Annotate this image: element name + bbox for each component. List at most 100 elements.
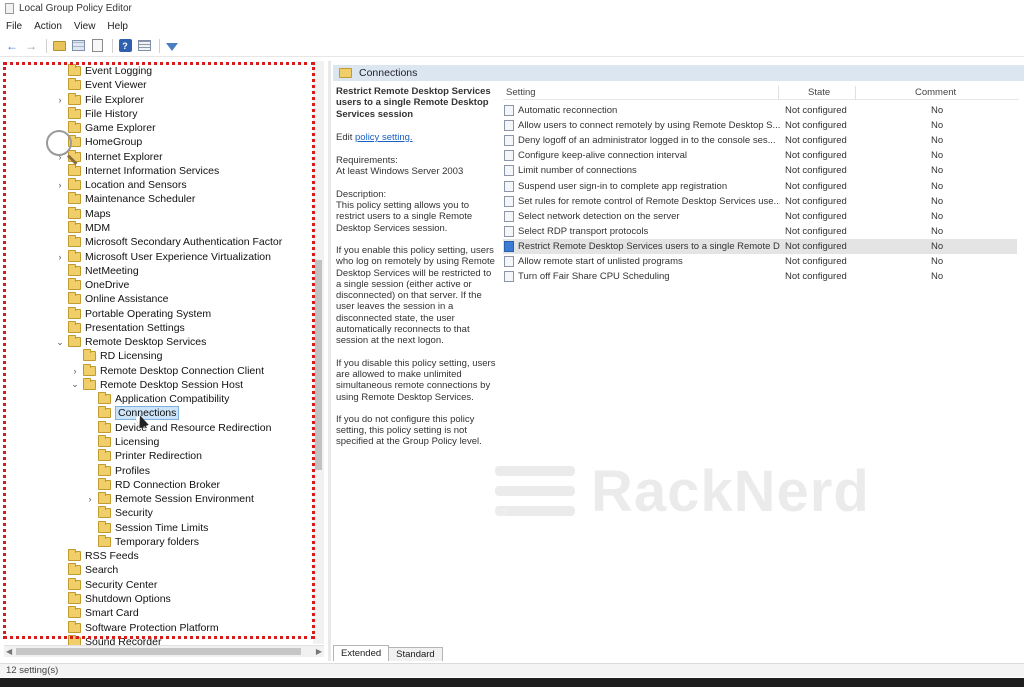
scrollbar-thumb[interactable] — [315, 260, 322, 470]
tree-item[interactable]: Software Protection Platform — [55, 620, 219, 635]
tree-item[interactable]: Internet Information Services — [55, 163, 219, 178]
tree-item[interactable]: Licensing — [85, 435, 159, 449]
setting-row[interactable]: Configure keep-alive connection interval… — [503, 148, 1017, 163]
tree-item-label: Session Time Limits — [115, 521, 209, 534]
right-pane-header: Connections — [333, 65, 1024, 81]
setting-row[interactable]: Restrict Remote Desktop Services users t… — [503, 238, 1017, 254]
tree-item[interactable]: › Remote Desktop Connection Client — [70, 363, 264, 378]
expand-arrow-icon[interactable]: › — [85, 494, 95, 504]
setting-row[interactable]: Set rules for remote control of Remote D… — [503, 194, 1017, 209]
setting-row[interactable]: Suspend user sign-in to complete app reg… — [503, 179, 1017, 194]
tree-item[interactable]: Game Explorer — [55, 121, 156, 135]
folder-icon — [98, 492, 111, 505]
setting-row[interactable]: Allow users to connect remotely by using… — [503, 118, 1017, 133]
tree-item[interactable]: › Remote Session Environment — [85, 492, 254, 506]
setting-row[interactable]: Allow remote start of unlisted programs N… — [503, 254, 1017, 269]
collapse-arrow-icon[interactable]: ⌄ — [55, 337, 65, 348]
tree-item[interactable]: Microsoft Secondary Authentication Facto… — [55, 235, 282, 249]
show-hide-tree-icon[interactable] — [70, 38, 86, 54]
tree-item[interactable]: Presentation Settings — [55, 320, 185, 335]
column-header-setting[interactable]: Setting — [506, 87, 536, 98]
menu-view[interactable]: View — [74, 21, 96, 32]
tree-item[interactable]: Event Logging — [55, 64, 152, 78]
pane-divider[interactable] — [328, 61, 331, 661]
tree-horizontal-scrollbar[interactable]: ◀ ▶ — [4, 645, 324, 657]
setting-state: Not configured — [785, 271, 847, 283]
menu-action[interactable]: Action — [34, 21, 62, 32]
tree-item[interactable]: › File Explorer — [55, 92, 144, 107]
edit-policy-link[interactable]: policy setting. — [355, 132, 413, 143]
folder-icon — [68, 249, 81, 262]
setting-row[interactable]: Select network detection on the server No… — [503, 209, 1017, 224]
setting-state: Not configured — [785, 105, 847, 116]
folder-icon — [68, 64, 81, 76]
tree-item[interactable]: ⌄ Remote Desktop Services — [55, 335, 206, 349]
requirements-label: Requirements: — [336, 155, 398, 167]
scroll-right-icon[interactable]: ▶ — [316, 647, 322, 656]
tree-item[interactable]: Temporary folders — [85, 534, 199, 549]
tree-item[interactable]: ⌄ Remote Desktop Session Host — [70, 377, 243, 392]
tree-item[interactable]: Security — [85, 506, 153, 520]
tree-item[interactable]: Maintenance Scheduler — [55, 192, 195, 206]
tree-item[interactable]: Device and Resource Redirection — [85, 420, 271, 435]
menu-file[interactable]: File — [6, 21, 22, 32]
tree-item[interactable]: RD Connection Broker — [85, 477, 221, 492]
edit-policy-line: Edit policy setting. — [336, 132, 496, 143]
setting-state: Not configured — [785, 256, 847, 267]
tree-item[interactable]: Security Center — [55, 577, 157, 592]
tree-item[interactable]: Shutdown Options — [55, 591, 171, 606]
tree-item[interactable]: › Location and Sensors — [55, 178, 187, 192]
column-divider[interactable] — [855, 86, 856, 100]
export-list-icon[interactable] — [89, 38, 105, 54]
setting-name: Configure keep-alive connection interval — [518, 150, 687, 162]
forward-arrow-icon[interactable]: → — [23, 38, 39, 54]
tree-item[interactable]: Session Time Limits — [85, 520, 209, 535]
setting-name: Allow remote start of unlisted programs — [518, 256, 683, 267]
scrollbar-thumb[interactable] — [16, 648, 301, 655]
filter-icon[interactable] — [164, 38, 180, 54]
tree-item[interactable]: Search — [55, 563, 118, 577]
tree-item[interactable]: Portable Operating System — [55, 306, 211, 321]
tree-item[interactable]: OneDrive — [55, 278, 129, 292]
tree-item[interactable]: › Microsoft User Experience Virtualizatio… — [55, 249, 271, 264]
tree-item-label: RD Connection Broker — [115, 478, 221, 491]
setting-row[interactable]: Deny logoff of an administrator logged i… — [503, 133, 1017, 148]
tree-item[interactable]: RD Licensing — [70, 349, 162, 363]
column-divider[interactable] — [778, 86, 779, 100]
collapse-arrow-icon[interactable]: ⌄ — [70, 379, 80, 390]
tree-item[interactable]: Maps — [55, 206, 111, 221]
column-header-comment[interactable]: Comment — [915, 87, 956, 98]
tab-standard[interactable]: Standard — [388, 647, 443, 661]
taskbar-strip — [0, 678, 1024, 687]
tree-item[interactable]: Connections — [85, 406, 180, 421]
properties-icon[interactable] — [136, 38, 152, 54]
expand-arrow-icon[interactable]: › — [55, 252, 65, 262]
tree-item[interactable]: MDM — [55, 220, 110, 235]
scroll-left-icon[interactable]: ◀ — [6, 647, 12, 656]
expand-arrow-icon[interactable]: › — [70, 366, 80, 376]
tree-vertical-scrollbar[interactable] — [313, 61, 324, 644]
column-header-state[interactable]: State — [808, 87, 830, 98]
setting-row[interactable]: Automatic reconnection Not configured No — [503, 103, 1017, 118]
tab-extended[interactable]: Extended — [333, 645, 390, 661]
tree-item[interactable]: NetMeeting — [55, 263, 139, 278]
help-icon[interactable]: ? — [117, 38, 133, 54]
up-folder-icon[interactable] — [51, 38, 67, 54]
setting-row[interactable]: Turn off Fair Share CPU Scheduling Not co… — [503, 269, 1017, 284]
menu-help[interactable]: Help — [107, 21, 128, 32]
expand-arrow-icon[interactable]: › — [55, 180, 65, 190]
tree-item[interactable]: Event Viewer — [55, 78, 147, 92]
expand-arrow-icon[interactable]: › — [55, 95, 65, 105]
back-arrow-icon[interactable]: ← — [4, 38, 20, 54]
tree-item[interactable]: Online Assistance — [55, 292, 168, 306]
tree-item[interactable]: Smart Card — [55, 606, 139, 620]
tree-item[interactable]: Printer Redirection — [85, 449, 202, 463]
setting-row[interactable]: Limit number of connections Not configure… — [503, 163, 1017, 178]
tree-item[interactable]: RSS Feeds — [55, 549, 139, 563]
folder-icon — [98, 392, 111, 405]
tree-item[interactable]: File History — [55, 106, 138, 121]
folder-icon — [83, 377, 96, 390]
tree-item[interactable]: Profiles — [85, 463, 150, 478]
setting-row[interactable]: Select RDP transport protocols Not config… — [503, 224, 1017, 239]
tree-item[interactable]: Application Compatibility — [85, 392, 229, 406]
